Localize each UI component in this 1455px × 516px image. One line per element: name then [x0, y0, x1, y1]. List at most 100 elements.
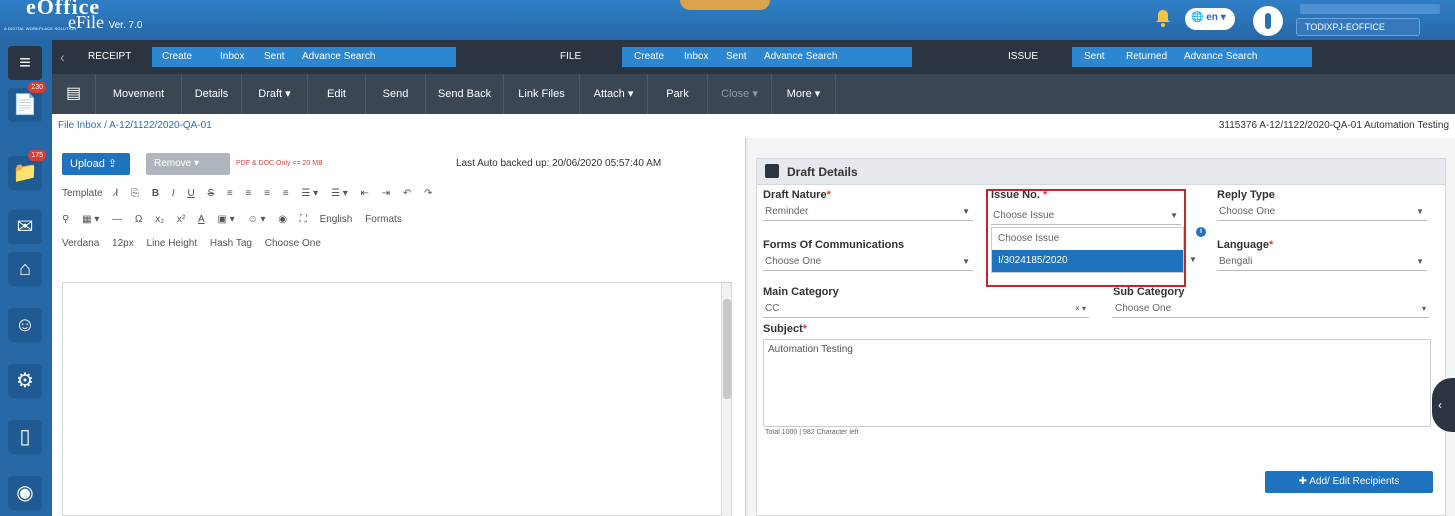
user-avatar[interactable]	[1253, 6, 1283, 36]
reply-type-select[interactable]: Choose One ▼	[1217, 203, 1427, 221]
chevron-down-icon: ▼	[1416, 207, 1424, 216]
nav-issue-advance-search[interactable]: Advance Search	[1178, 47, 1263, 67]
top-center-tab[interactable]	[680, 0, 770, 10]
nav-issue-sent[interactable]: Sent	[1078, 47, 1111, 67]
redo-icon[interactable]: ↷	[424, 188, 432, 199]
formats-select[interactable]: Formats	[365, 214, 402, 225]
editor-text-area[interactable]	[62, 282, 732, 516]
details-button[interactable]: Details	[182, 74, 242, 114]
nav-left-arrow-icon[interactable]: ‹	[60, 49, 65, 65]
language-selector[interactable]: 🌐 en ▾	[1185, 8, 1235, 30]
sidebar-item-receipt[interactable]: 📄 230	[8, 82, 46, 122]
header-menu-dot[interactable]	[1440, 2, 1450, 10]
nav-receipt-sent[interactable]: Sent	[258, 47, 291, 67]
dropdown-option-choose-issue[interactable]: Choose Issue	[992, 228, 1183, 250]
breadcrumb[interactable]: File Inbox / A-12/1122/2020-QA-01	[58, 120, 212, 131]
chevron-down-icon[interactable]: ▼	[1189, 255, 1197, 264]
sidebar-item-file[interactable]: 📁 175	[8, 150, 46, 190]
plus-icon: ✚	[1298, 476, 1310, 487]
clear-format-icon[interactable]: Ⅰ̷	[115, 188, 118, 199]
reply-type-value: Choose One	[1219, 206, 1276, 217]
link-files-button[interactable]: Link Files	[504, 74, 580, 114]
chevron-down-icon: ▾	[1421, 304, 1426, 313]
align-left-icon[interactable]: ≡	[227, 188, 233, 199]
subject-textarea[interactable]: Automation Testing	[763, 339, 1431, 427]
template-select[interactable]: Template	[62, 188, 103, 199]
chevron-down-icon: ▾	[194, 158, 200, 169]
underline-button[interactable]: U	[187, 188, 194, 199]
sidebar-item-settings[interactable]: ⚙	[8, 364, 42, 398]
language-select[interactable]: Bengali ▼	[1217, 253, 1427, 271]
edit-button[interactable]: Edit	[308, 74, 366, 114]
sidebar-item-home[interactable]: ⌂	[8, 252, 42, 286]
nav-file-inbox[interactable]: Inbox	[678, 47, 714, 67]
sub-category-select[interactable]: Choose One ▾	[1113, 300, 1429, 318]
hash-tag-select[interactable]: Hash Tag	[210, 238, 252, 249]
send-back-button[interactable]: Send Back	[426, 74, 504, 114]
paste-icon[interactable]: ⎘	[131, 188, 139, 199]
highlight-color-icon[interactable]: ▣ ▾	[217, 214, 234, 225]
align-right-icon[interactable]: ≡	[264, 188, 270, 199]
upload-button[interactable]: Upload ⇪	[62, 153, 130, 175]
font-family-select[interactable]: Verdana	[62, 238, 99, 249]
subscript-button[interactable]: x₂	[155, 214, 164, 225]
nav-file-sent[interactable]: Sent	[720, 47, 753, 67]
nav-issue-returned[interactable]: Returned	[1120, 47, 1173, 67]
nav-receipt-create[interactable]: Create	[156, 47, 198, 67]
nav-file-create[interactable]: Create	[628, 47, 670, 67]
justify-icon[interactable]: ≡	[283, 188, 289, 199]
remove-button[interactable]: Remove ▾	[146, 153, 230, 175]
bullet-list-icon[interactable]: ☰ ▾	[301, 188, 318, 199]
line-height-select[interactable]: Line Height	[147, 238, 198, 249]
add-edit-recipients-button[interactable]: ✚ Add/ Edit Recipients	[1265, 471, 1433, 493]
fullscreen-icon[interactable]: ⛶	[300, 214, 307, 225]
strikethrough-button[interactable]: S	[207, 188, 214, 199]
home-icon: ⌂	[18, 258, 32, 280]
align-center-icon[interactable]: ≡	[246, 188, 252, 199]
close-menu-button[interactable]: Close ▾	[708, 74, 772, 114]
forms-of-communication-select[interactable]: Choose One ▼	[763, 253, 973, 271]
undo-icon[interactable]: ↶	[403, 188, 411, 199]
movement-button[interactable]: Movement	[96, 74, 182, 114]
indent-icon[interactable]: ⇥	[382, 188, 390, 199]
draft-nature-select[interactable]: Reminder ▼	[763, 203, 973, 221]
special-char-button[interactable]: Ω	[135, 214, 142, 225]
attach-menu-button[interactable]: Attach ▾	[580, 74, 648, 114]
send-button[interactable]: Send	[366, 74, 426, 114]
font-color-button[interactable]: A	[198, 214, 205, 225]
chevron-down-icon: ▼	[962, 257, 970, 266]
scroll-thumb[interactable]	[723, 299, 731, 399]
italic-button[interactable]: I	[172, 188, 175, 199]
outdent-icon[interactable]: ⇤	[361, 188, 369, 199]
hamburger-menu-icon[interactable]: ≡	[8, 46, 42, 80]
numbered-list-icon[interactable]: ☰ ▾	[331, 188, 348, 199]
choose-one-select[interactable]: Choose One	[265, 238, 321, 249]
nav-receipt-inbox[interactable]: Inbox	[214, 47, 250, 67]
main-category-select[interactable]: CC × ▾	[763, 300, 1089, 318]
file-view-icon[interactable]: ▤	[52, 74, 96, 114]
user-badge[interactable]: TODIXPJ-EOFFICE	[1296, 18, 1420, 36]
sidebar-item-user[interactable]: ☺	[8, 308, 42, 342]
info-icon[interactable]: i	[1196, 227, 1206, 237]
sidebar-item-mail[interactable]: ✉	[8, 210, 42, 244]
find-replace-icon[interactable]: ⚲	[62, 214, 69, 225]
sidebar-item-globe[interactable]: ◉	[8, 476, 42, 510]
panel-collapse-handle[interactable]: ‹	[1432, 378, 1455, 432]
table-icon[interactable]: ▦ ▾	[82, 214, 99, 225]
sidebar-item-device[interactable]: ▯	[8, 420, 42, 454]
superscript-button[interactable]: x²	[177, 214, 185, 225]
draft-menu-button[interactable]: Draft ▾	[242, 74, 308, 114]
more-menu-button[interactable]: More ▾	[772, 74, 836, 114]
park-button[interactable]: Park	[648, 74, 708, 114]
horizontal-line-icon[interactable]: —	[112, 214, 122, 225]
dropdown-option-issue[interactable]: I/3024185/2020	[992, 250, 1183, 272]
editor-scrollbar[interactable]	[721, 283, 731, 516]
language-select[interactable]: English	[320, 214, 353, 225]
emoticon-icon[interactable]: ☺ ▾	[247, 214, 265, 225]
bold-button[interactable]: B	[152, 188, 159, 199]
preview-icon[interactable]: ◉	[278, 214, 287, 225]
font-size-select[interactable]: 12px	[112, 238, 134, 249]
nav-file-advance-search[interactable]: Advance Search	[758, 47, 843, 67]
nav-receipt-advance-search[interactable]: Advance Search	[296, 47, 381, 67]
bell-icon[interactable]	[1155, 9, 1171, 27]
